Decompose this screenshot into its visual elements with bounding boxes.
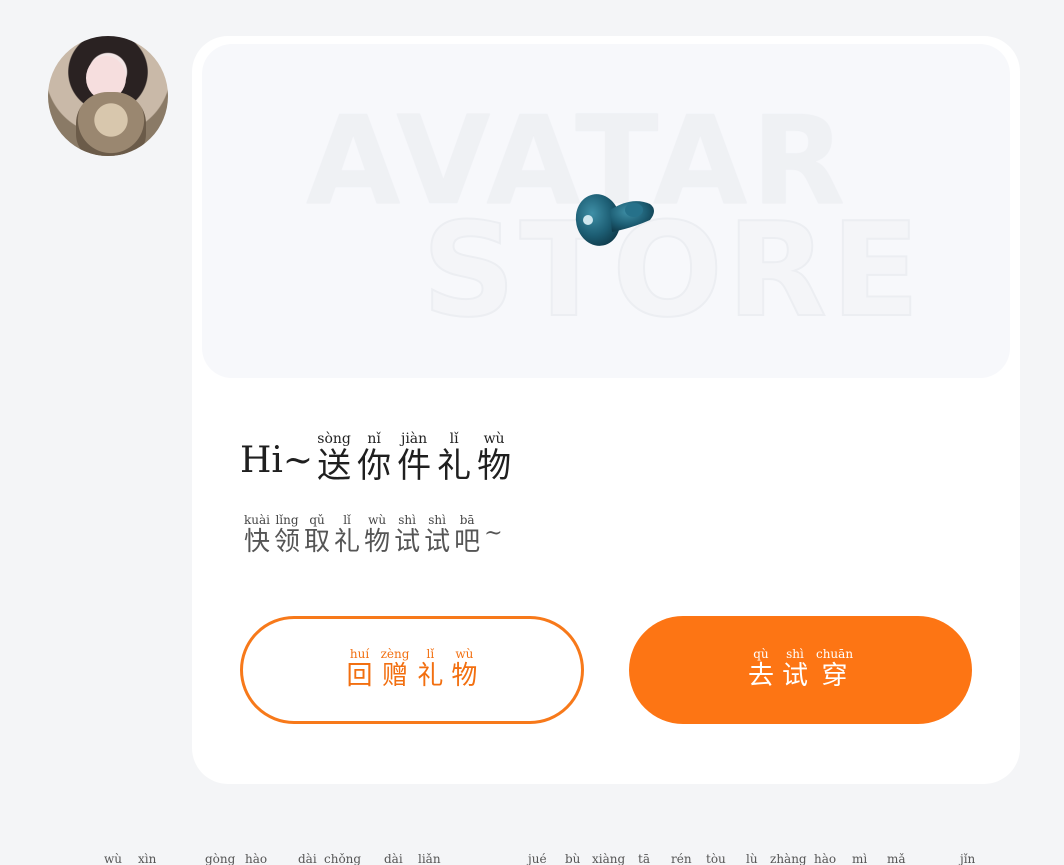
try-on-label: 去qù 试shì 穿chuān (744, 647, 857, 692)
hanzi-char: 领lǐng (274, 513, 301, 557)
footer-pinyin: mǎ (887, 852, 906, 865)
hanzi-char: 物wù (451, 647, 478, 691)
hanzi-glyph: 物 (477, 446, 512, 486)
footer-pinyin: mì (852, 852, 868, 865)
hanzi-glyph: 去 (747, 661, 774, 691)
pinyin-annotation: wù (364, 513, 391, 527)
footer-pinyin: wù (104, 852, 122, 865)
footer-pinyin: bù (565, 852, 581, 865)
footer-pinyin: chǒng (324, 852, 362, 865)
greeting-subtitle: 快kuài领lǐng取qǔ礼lǐ物wù试shì试shì吧bā ~ (244, 513, 503, 558)
pinyin-annotation: wù (451, 647, 478, 661)
greeting-hi: Hi~ (240, 440, 314, 481)
footer-pinyin: jǐn (960, 852, 976, 865)
hanzi-glyph: 领 (274, 527, 301, 557)
pinyin-annotation: huí (346, 647, 373, 661)
pinyin-annotation: lǐ (437, 431, 472, 447)
pinyin-annotation: sòng (317, 431, 352, 447)
footer-pinyin: hào (814, 852, 837, 865)
footer-pinyin: xiàng (592, 852, 626, 865)
pinyin-annotation: shì (394, 513, 421, 527)
subtitle-characters: 快kuài领lǐng取qǔ礼lǐ物wù试shì试shì吧bā (244, 513, 484, 558)
footer-pinyin: xìn (138, 852, 157, 865)
hanzi-glyph: 穿 (815, 661, 854, 691)
pinyin-annotation: jiàn (397, 431, 432, 447)
hanzi-char: 赠zèng (380, 647, 410, 691)
hanzi-char: 试shì (394, 513, 421, 557)
hanzi-glyph: 试 (424, 527, 451, 557)
hanzi-char: 取qǔ (304, 513, 331, 557)
hanzi-char: 送sòng (317, 431, 352, 486)
avatar-cat (76, 92, 146, 156)
hanzi-glyph: 礼 (334, 527, 361, 557)
hanzi-char: 回huí (346, 647, 373, 691)
pinyin-annotation: nǐ (357, 431, 392, 447)
greeting-title: Hi~ 送sòng你nǐ件jiàn礼lǐ物wù (240, 431, 517, 487)
hanzi-char: 穿chuān (815, 647, 854, 691)
footer-pinyin: gòng (205, 852, 236, 865)
footer-pinyin: lù (746, 852, 758, 865)
hanzi-glyph: 件 (397, 446, 432, 486)
hanzi-glyph: 赠 (380, 661, 410, 691)
hanzi-char: 试shì (424, 513, 451, 557)
hanzi-char: 礼lǐ (437, 431, 472, 486)
hanzi-glyph: 试 (394, 527, 421, 557)
hanzi-char: 件jiàn (397, 431, 432, 486)
title-characters: 送sòng你nǐ件jiàn礼lǐ物wù (317, 431, 517, 487)
gift-card: AVATAR STORE Hi~ 送sòng你nǐ件jiàn礼lǐ物wù 快ku… (192, 36, 1020, 784)
footer-pinyin: jué (528, 852, 547, 865)
footer-pinyin-row: wù xìn gòng hào dài chǒng dài liǎn jué bù xiàng tā r… (0, 846, 1064, 865)
pinyin-annotation: shì (424, 513, 451, 527)
hanzi-char: 你nǐ (357, 431, 392, 486)
hanzi-glyph: 试 (781, 661, 808, 691)
hanzi-glyph: 你 (357, 446, 392, 486)
footer-pinyin: tòu (706, 852, 726, 865)
pinyin-annotation: bā (454, 513, 481, 527)
hanzi-glyph: 物 (364, 527, 391, 557)
return-gift-button[interactable]: 回huí赠zèng礼lǐ物wù (240, 616, 584, 724)
footer-pinyin: zhàng (770, 852, 807, 865)
pinyin-annotation: lǐ (417, 647, 444, 661)
pinyin-annotation: qǔ (304, 513, 331, 527)
hanzi-char: 礼lǐ (334, 513, 361, 557)
hanzi-char: 快kuài (244, 513, 271, 557)
pinyin-annotation: qù (747, 647, 774, 661)
try-on-button[interactable]: 去qù 试shì 穿chuān (629, 616, 972, 724)
hanzi-char: 试shì (781, 647, 808, 691)
hanzi-glyph: 礼 (417, 661, 444, 691)
hanzi-char: 吧bā (454, 513, 481, 557)
hanzi-glyph: 取 (304, 527, 331, 557)
return-gift-label: 回huí赠zèng礼lǐ物wù (343, 647, 482, 692)
footer-pinyin: dài (384, 852, 403, 865)
pacifier-icon (575, 194, 654, 246)
pinyin-annotation: wù (477, 431, 512, 447)
hanzi-glyph: 礼 (437, 446, 472, 486)
pinyin-annotation: shì (781, 647, 808, 661)
pinyin-annotation: chuān (815, 647, 854, 661)
hanzi-char: 礼lǐ (417, 647, 444, 691)
footer-pinyin: liǎn (418, 852, 441, 865)
footer-pinyin: dài (298, 852, 317, 865)
user-avatar[interactable] (48, 36, 168, 156)
pinyin-annotation: lǐng (274, 513, 301, 527)
subtitle-tilde: ~ (484, 521, 503, 546)
avatar-store-banner: AVATAR STORE (202, 44, 1010, 378)
footer-pinyin: tā (638, 852, 650, 865)
hanzi-glyph: 物 (451, 661, 478, 691)
pinyin-annotation: lǐ (334, 513, 361, 527)
hanzi-char: 去qù (747, 647, 774, 691)
hanzi-char: 物wù (364, 513, 391, 557)
hanzi-glyph: 快 (244, 527, 271, 557)
hanzi-char: 物wù (477, 431, 512, 486)
banner-word-store: STORE (421, 193, 924, 347)
footer-pinyin: rén (671, 852, 692, 865)
footer-pinyin: hào (245, 852, 268, 865)
hanzi-glyph: 送 (317, 446, 352, 486)
hanzi-glyph: 回 (346, 661, 373, 691)
pinyin-annotation: zèng (380, 647, 410, 661)
hanzi-glyph: 吧 (454, 527, 481, 557)
pinyin-annotation: kuài (244, 513, 270, 527)
